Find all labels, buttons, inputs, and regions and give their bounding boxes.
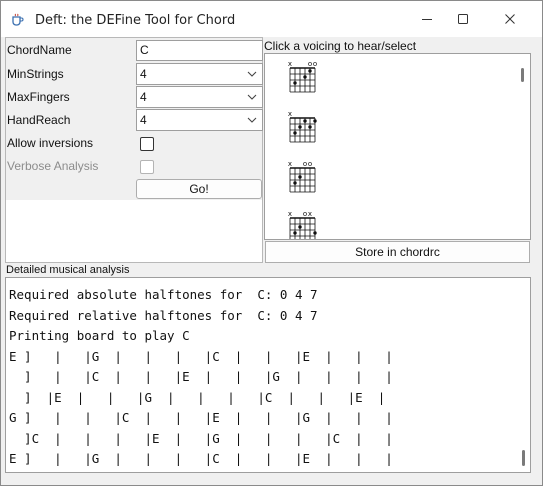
analysis-scrollbar[interactable] [522,450,525,466]
min-strings-value: 4 [140,67,147,81]
finger-dot [313,119,317,123]
go-button[interactable]: Go! [136,179,262,199]
muted-string-marker: x [288,60,292,68]
voicing-list[interactable]: xooxxooxox [264,53,531,240]
open-string-marker: o [313,60,317,68]
muted-string-marker: x [288,210,292,218]
finger-dot [293,81,297,85]
hand-reach-select[interactable]: 4 [136,109,263,131]
window-title: Deft: the DEFine Tool for Chord [35,13,236,28]
chord-name-label: ChordName [7,43,72,57]
open-string-marker: o [308,60,312,68]
chord-name-input[interactable]: C [136,40,263,61]
verbose-analysis-label: Verbose Analysis [7,159,99,173]
close-button[interactable] [488,5,532,33]
allow-inversions-label: Allow inversions [7,136,94,150]
voicing-scrollbar[interactable] [521,68,524,82]
finger-dot [308,69,312,73]
chord-diagram[interactable]: xox [287,209,319,240]
finger-dot [293,181,297,185]
open-string-marker: o [308,160,312,168]
hand-reach-value: 4 [140,113,147,127]
app-window: Deft: the DEFine Tool for Chord ChordNam… [0,0,543,486]
max-fingers-value: 4 [140,90,147,104]
muted-string-marker: x [288,160,292,168]
finger-dot [298,125,302,129]
maximize-icon [458,14,468,24]
finger-dot [303,75,307,79]
finger-dot [308,125,312,129]
open-string-marker: o [303,210,307,218]
analysis-label: Detailed musical analysis [6,264,130,276]
minimize-icon [422,19,432,20]
finger-dot [293,131,297,135]
chord-diagram[interactable]: x oo [287,59,319,93]
chord-diagram[interactable]: x oo [287,159,319,193]
finger-dot [303,119,307,123]
title-bar[interactable]: Deft: the DEFine Tool for Chord [1,1,542,37]
finger-dot [293,231,297,235]
chord-form-panel: ChordName C MinStrings 4 MaxFingers 4 Ha… [5,37,263,263]
analysis-text: Required absolute halftones for C: 0 4 7… [9,287,393,466]
muted-string-marker: x [288,110,292,118]
muted-string-marker: x [308,210,312,218]
max-fingers-label: MaxFingers [7,90,70,104]
finger-dot [298,175,302,179]
chevron-down-icon [247,117,257,123]
verbose-analysis-checkbox [140,160,154,174]
max-fingers-select[interactable]: 4 [136,86,263,108]
analysis-output[interactable]: Required absolute halftones for C: 0 4 7… [5,277,531,473]
chord-diagram[interactable]: x [287,109,319,143]
coffee-cup-icon [12,13,24,26]
finger-dot [313,231,317,235]
chevron-down-icon [247,94,257,100]
chevron-down-icon [247,71,257,77]
maximize-button[interactable] [441,5,485,33]
open-string-marker: o [303,160,307,168]
close-icon [505,14,515,24]
store-in-chordrc-button[interactable]: Store in chordrc [265,241,530,263]
voicing-list-label: Click a voicing to hear/select [264,39,417,53]
allow-inversions-checkbox[interactable] [140,137,154,151]
min-strings-label: MinStrings [7,67,64,81]
finger-dot [298,225,302,229]
hand-reach-label: HandReach [7,113,71,127]
min-strings-select[interactable]: 4 [136,63,263,85]
